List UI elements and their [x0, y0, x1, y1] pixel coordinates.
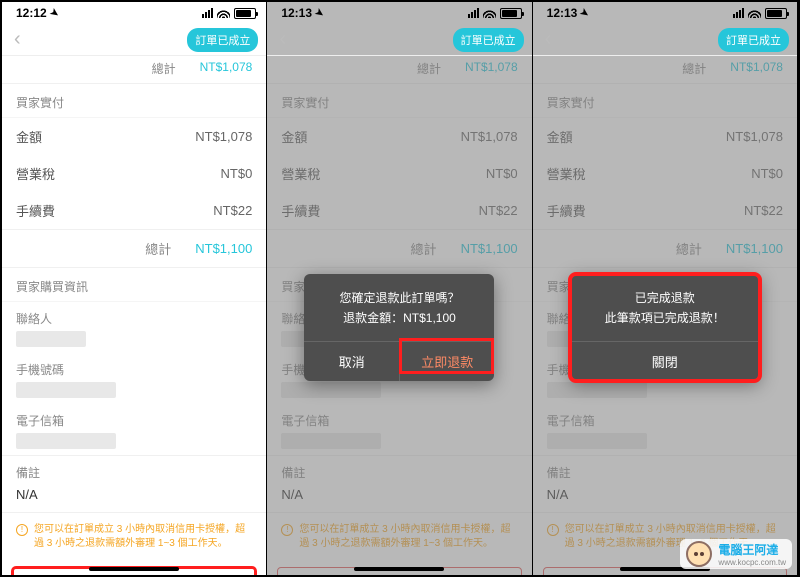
page-header: ‹ 訂單已成立 [533, 24, 797, 56]
home-indicator[interactable] [89, 567, 179, 571]
info-icon: ! [547, 524, 559, 536]
status-bar: 12:13➤ [533, 2, 797, 24]
page-header: ‹ 訂單已成立 [2, 24, 266, 56]
confirm-refund-dialog: 您確定退款此訂單嗎？ 退款金額：NT$1,100 取消 立即退款 [304, 274, 494, 381]
row-fee: 手續費NT$22 [2, 192, 266, 229]
dialog-message: 此筆款項已完成退款！ [580, 308, 750, 328]
status-bar: 12:13➤ [267, 2, 531, 24]
page-header: ‹ 訂單已成立 [267, 24, 531, 56]
row-tax: 營業稅NT$0 [2, 155, 266, 192]
info-icon: ! [281, 524, 293, 536]
phone-label: 手機號碼 [2, 353, 266, 380]
status-time: 12:12 [16, 6, 47, 20]
location-icon: ➤ [47, 6, 60, 20]
location-icon: ➤ [578, 6, 591, 20]
notice-text: 您可以在訂單成立 3 小時內取消信用卡授權，超過 3 小時之退款需額外審理 1~… [34, 523, 252, 551]
three-screen-comparison: 12:12➤ ‹ 訂單已成立 總計 NT$1,078 買家實付 金額NT$1,0… [0, 0, 800, 577]
note-label: 備註 [2, 456, 266, 483]
order-status-badge: 訂單已成立 [453, 28, 524, 52]
subtotal-row: 總計 NT$1,078 [267, 56, 531, 84]
buyer-pay-section: 買家實付 [2, 84, 266, 118]
signal-icon [733, 8, 744, 18]
location-icon: ➤ [313, 6, 326, 20]
dialog-title: 已完成退款 [580, 288, 750, 308]
refund-notice: ! 您可以在訂單成立 3 小時內取消信用卡授權，超過 3 小時之退款需額外審理 … [2, 513, 266, 561]
screen-3: 12:13➤ ‹ 訂單已成立 總計NT$1,078 買家實付 金額NT$1,07… [533, 2, 798, 575]
dialog-amount: 退款金額：NT$1,100 [314, 308, 484, 328]
close-button[interactable]: 關閉 [570, 342, 760, 381]
subtotal-value: NT$1,078 [200, 60, 253, 77]
dialog-title: 您確定退款此訂單嗎？ [314, 288, 484, 308]
cancel-button[interactable]: 取消 [304, 342, 399, 381]
order-status-badge: 訂單已成立 [187, 28, 258, 52]
contact-value-redacted [16, 331, 86, 347]
battery-icon [234, 8, 256, 19]
phone-value-redacted [16, 382, 116, 398]
refund-complete-dialog: 已完成退款 此筆款項已完成退款！ 關閉 [570, 274, 760, 381]
confirm-refund-button[interactable]: 立即退款 [399, 342, 495, 381]
signal-icon [202, 8, 213, 18]
watermark-title: 電腦王阿達 [718, 543, 778, 557]
wifi-icon [748, 8, 761, 18]
screen-2: 12:13➤ ‹ 訂單已成立 總計 NT$1,078 買家實付 金額NT$1,0… [267, 2, 532, 575]
info-icon: ! [16, 524, 28, 536]
row-total: 總計NT$1,100 [2, 230, 266, 267]
status-time: 12:13 [547, 6, 578, 20]
signal-icon [468, 8, 479, 18]
back-icon[interactable]: ‹ [275, 28, 290, 51]
email-label: 電子信箱 [2, 404, 266, 431]
contact-label: 聯絡人 [2, 302, 266, 329]
back-icon[interactable]: ‹ [541, 28, 556, 51]
row-amount: 金額NT$1,078 [2, 118, 266, 155]
status-time: 12:13 [281, 6, 312, 20]
watermark-avatar-icon [686, 541, 712, 567]
subtotal-row: 總計 NT$1,078 [2, 56, 266, 84]
order-status-badge: 訂單已成立 [718, 28, 789, 52]
email-value-redacted [16, 433, 116, 449]
subtotal-label: 總計 [152, 60, 176, 77]
screen-1: 12:12➤ ‹ 訂單已成立 總計 NT$1,078 買家實付 金額NT$1,0… [2, 2, 267, 575]
battery-icon [500, 8, 522, 19]
wifi-icon [217, 8, 230, 18]
status-bar: 12:12➤ [2, 2, 266, 24]
back-icon[interactable]: ‹ [10, 28, 25, 51]
home-indicator[interactable] [354, 567, 444, 571]
note-value: N/A [2, 483, 266, 512]
buyer-info-section: 買家購買資訊 [2, 268, 266, 302]
watermark: 電腦王阿達 www.kocpc.com.tw [680, 539, 792, 569]
watermark-url: www.kocpc.com.tw [718, 558, 786, 567]
battery-icon [765, 8, 787, 19]
wifi-icon [483, 8, 496, 18]
